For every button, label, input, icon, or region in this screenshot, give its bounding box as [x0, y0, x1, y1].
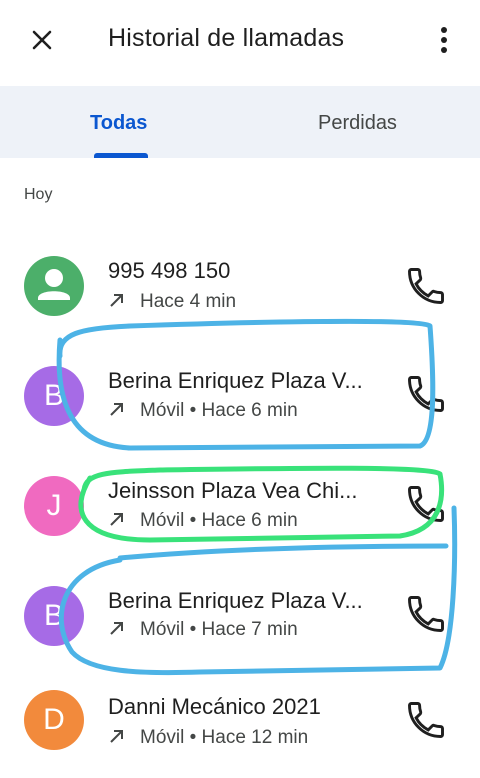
section-header-today: Hoy [24, 186, 53, 203]
outgoing-call-icon [110, 622, 123, 635]
tab-perdidas[interactable]: Perdidas [318, 112, 397, 135]
phone-icon[interactable] [404, 592, 448, 636]
tab-todas[interactable]: Todas [90, 112, 147, 135]
contact-name: Berina Enriquez Plaza V... [108, 368, 363, 393]
call-detail: Móvil • Hace 12 min [108, 727, 308, 749]
avatar: B [24, 366, 84, 426]
page-title: Historial de llamadas [108, 24, 345, 52]
call-log-item[interactable]: B Berina Enriquez Plaza V... Móvil • Hac… [0, 340, 480, 448]
outgoing-call-icon [110, 730, 123, 743]
contact-name: Jeinsson Plaza Vea Chi... [108, 478, 358, 503]
phone-icon[interactable] [404, 482, 448, 526]
phone-icon[interactable] [404, 698, 448, 742]
phone-icon[interactable] [404, 372, 448, 416]
person-icon [38, 269, 70, 300]
contact-name: 995 498 150 [108, 258, 231, 283]
contact-name: Danni Mecánico 2021 [108, 694, 321, 719]
close-icon[interactable] [26, 24, 58, 56]
call-detail-text: Móvil • Hace 12 min [140, 727, 309, 748]
avatar: B [24, 586, 84, 646]
call-detail-text: Móvil • Hace 6 min [140, 400, 298, 421]
tab-indicator [94, 153, 148, 158]
tab-bar: Todas Perdidas [0, 86, 480, 158]
call-log-item[interactable]: D Danni Mecánico 2021 Móvil • Hace 12 mi… [0, 670, 480, 778]
call-detail: Móvil • Hace 6 min [108, 400, 298, 422]
call-detail-text: Móvil • Hace 7 min [140, 619, 298, 640]
avatar: J [24, 476, 84, 536]
call-detail: Hace 4 min [108, 291, 236, 313]
call-log-item[interactable]: B Berina Enriquez Plaza V... Móvil • Hac… [0, 560, 480, 668]
contact-name: Berina Enriquez Plaza V... [108, 588, 363, 613]
call-log-item[interactable]: 995 498 150 Hace 4 min [0, 230, 480, 338]
call-log-item[interactable]: J Jeinsson Plaza Vea Chi... Móvil • Hace… [0, 450, 480, 558]
call-detail: Móvil • Hace 7 min [108, 619, 298, 641]
avatar: D [24, 690, 84, 750]
outgoing-call-icon [110, 294, 123, 307]
top-app-bar: Historial de llamadas [0, 0, 480, 86]
more-vert-icon[interactable] [430, 24, 458, 56]
call-detail-text: Hace 4 min [140, 291, 237, 312]
call-detail-text: Móvil • Hace 6 min [140, 510, 298, 531]
outgoing-call-icon [110, 403, 123, 416]
outgoing-call-icon [110, 513, 123, 526]
call-detail: Móvil • Hace 6 min [108, 510, 298, 532]
avatar [24, 256, 84, 316]
phone-icon[interactable] [404, 264, 448, 308]
